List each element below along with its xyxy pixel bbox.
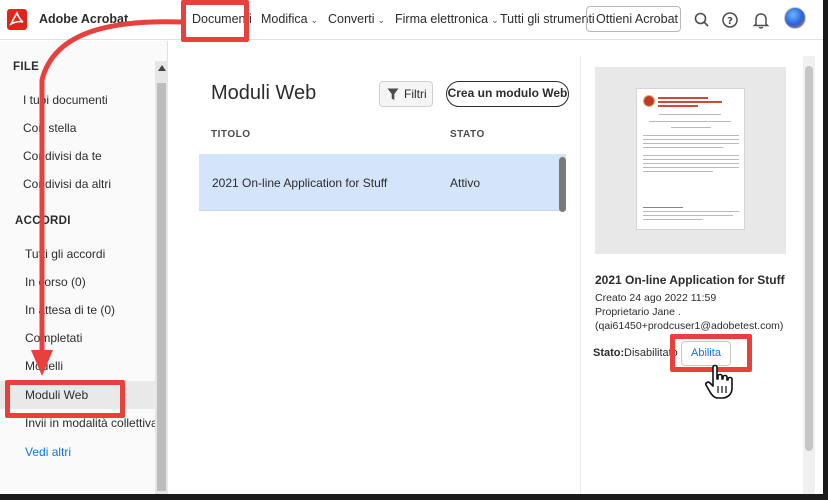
app-window: Adobe Acrobat Documenti Modifica ⌄ Conver… [0,0,828,500]
annotation-arrow-icon [31,19,183,376]
hand-cursor-icon [705,364,733,399]
